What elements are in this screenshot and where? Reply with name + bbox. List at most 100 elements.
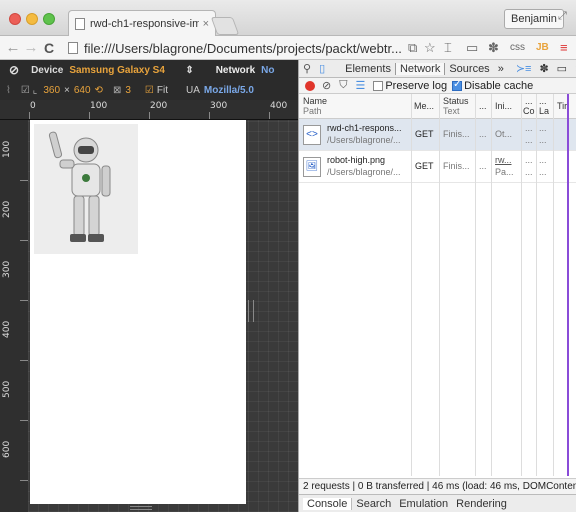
console-drawer-icon[interactable]: ≻≡	[512, 62, 536, 75]
tab-network[interactable]: Network	[394, 62, 446, 75]
ruler-tick	[20, 180, 28, 181]
extension-icon[interactable]: ⌶	[444, 40, 452, 56]
request-type: ...	[479, 129, 487, 139]
page-action-icon[interactable]: ⧉	[408, 40, 417, 56]
table-row[interactable]: <> rwd-ch1-respons... /Users/blagrone/..…	[299, 119, 576, 151]
table-row[interactable]: 🖼 robot-high.png /Users/blagrone/... GET…	[299, 151, 576, 183]
address-field[interactable]: file:///Users/blagrone/Documents/project…	[68, 39, 406, 57]
device-toolbar: ⊘ Device Samsung Galaxy S4 ⇕ Network No	[0, 60, 298, 80]
width-input[interactable]: 360	[43, 85, 60, 96]
dpr-input[interactable]: 3	[125, 85, 131, 96]
request-time: ...	[539, 123, 547, 133]
column-divider	[521, 94, 522, 476]
request-initiator-link[interactable]: rw...	[495, 155, 512, 166]
tab-sources[interactable]: Sources	[445, 63, 493, 75]
emulated-viewport	[30, 120, 246, 504]
no-emulation-icon[interactable]: ⊘	[9, 63, 19, 77]
network-label: Network	[215, 64, 256, 76]
network-table: Name Path Me... Status Text ... Ini... .…	[299, 94, 576, 476]
ruler-tick	[20, 300, 28, 301]
back-button[interactable]: ←	[4, 39, 22, 56]
tab-close-icon[interactable]: ×	[203, 18, 209, 30]
cast-icon[interactable]: ▭	[466, 40, 478, 56]
rotate-icon[interactable]: ⟲	[95, 85, 103, 96]
close-devtools-icon[interactable]: ×	[571, 63, 576, 75]
swap-icon[interactable]: ⌇	[6, 85, 11, 96]
vertical-ruler: 100 200 300 400 500 600	[0, 120, 28, 512]
menu-icon[interactable]: ≡	[560, 40, 568, 55]
col-latency[interactable]: La	[539, 106, 549, 116]
tab-elements[interactable]: Elements	[341, 63, 395, 75]
clear-icon[interactable]: ⊘	[322, 79, 331, 92]
profile-button[interactable]: Benjamin	[504, 9, 564, 29]
drawer-tab-emulation[interactable]: Emulation	[395, 498, 452, 510]
view-list-icon[interactable]: ☰	[355, 79, 365, 92]
ua-input[interactable]: Mozilla/5.0	[204, 85, 254, 96]
column-divider	[491, 94, 492, 476]
col-timeline[interactable]: Tir	[557, 101, 567, 111]
ruler-tick	[209, 112, 210, 119]
fullscreen-icon[interactable]: ⤢	[558, 10, 567, 23]
network-select[interactable]: No	[261, 65, 274, 76]
drawer-tab-console[interactable]: Console	[303, 497, 353, 510]
ruler-label: 400	[270, 101, 288, 111]
bookmark-star-icon[interactable]: ☆	[424, 40, 436, 56]
page-icon	[75, 17, 85, 30]
col-initiator[interactable]: Ini...	[495, 101, 512, 111]
request-name: rwd-ch1-respons...	[327, 123, 402, 133]
disable-cache-checkbox[interactable]	[452, 79, 463, 91]
reload-button[interactable]: C	[40, 40, 58, 56]
close-window-button[interactable]	[9, 13, 21, 25]
ua-label: UA	[185, 84, 200, 96]
col-status-text: Text	[443, 106, 460, 116]
record-button[interactable]	[305, 80, 315, 91]
browser-tab[interactable]: rwd-ch1-responsive-imag ×	[68, 10, 216, 36]
times-symbol: ×	[64, 84, 70, 96]
load-event-line	[567, 94, 569, 476]
col-dots[interactable]: ...	[539, 96, 547, 106]
network-toolbar: ⊘ ⛉ ☰ Preserve log Disable cache	[299, 78, 576, 94]
request-latency: ...	[539, 135, 547, 145]
ruler-label: 200	[2, 200, 12, 218]
viewport-width-handle[interactable]	[248, 300, 254, 322]
drawer-tab-rendering[interactable]: Rendering	[452, 498, 511, 510]
device-mode-icon[interactable]: ▯	[315, 62, 329, 75]
jb-extension-icon[interactable]: JB	[536, 42, 549, 53]
col-name[interactable]: Name	[303, 96, 327, 106]
fit-label: Fit	[156, 84, 168, 96]
ruler-label: 100	[90, 101, 108, 111]
forward-button[interactable]: →	[22, 39, 40, 56]
gear-extension-icon[interactable]: ✽	[488, 40, 499, 56]
column-divider	[536, 94, 537, 476]
dock-icon[interactable]: ▭	[553, 62, 571, 75]
ruler-tick	[269, 112, 270, 119]
settings-gear-icon[interactable]: ✽	[535, 62, 552, 75]
html-file-icon: <>	[303, 125, 321, 145]
col-size[interactable]: Co	[523, 106, 535, 116]
col-dots[interactable]: ...	[525, 96, 533, 106]
ruler-tick	[20, 240, 28, 241]
more-tabs-button[interactable]: »	[494, 63, 508, 75]
filter-icon[interactable]: ⛉	[339, 79, 347, 92]
height-input[interactable]: 640	[74, 85, 91, 96]
ruler-tick	[20, 420, 28, 421]
column-divider	[439, 94, 440, 476]
request-initiator-type: Pa...	[495, 167, 514, 177]
col-status[interactable]: Status	[443, 96, 469, 106]
col-type[interactable]: ...	[479, 101, 487, 111]
maximize-window-button[interactable]	[43, 13, 55, 25]
col-method[interactable]: Me...	[414, 101, 434, 111]
fit-checkbox[interactable]: ☑	[145, 85, 154, 96]
select-arrows-icon: ⇕	[185, 64, 194, 76]
drawer-tab-search[interactable]: Search	[352, 498, 395, 510]
network-summary: 2 requests | 0 B transferred | 46 ms (lo…	[299, 478, 576, 494]
preserve-log-checkbox[interactable]	[373, 80, 384, 91]
url-text[interactable]: file:///Users/blagrone/Documents/project…	[84, 41, 402, 56]
minimize-window-button[interactable]	[26, 13, 38, 25]
horizontal-ruler: 0 100 200 300 400	[0, 100, 298, 120]
css-extension-icon[interactable]: css	[510, 42, 525, 53]
ruler-label: 100	[2, 140, 12, 158]
viewport-height-handle[interactable]	[130, 506, 152, 510]
inspect-icon[interactable]: ⚲	[299, 62, 315, 75]
device-select[interactable]: Samsung Galaxy S4	[69, 65, 185, 76]
